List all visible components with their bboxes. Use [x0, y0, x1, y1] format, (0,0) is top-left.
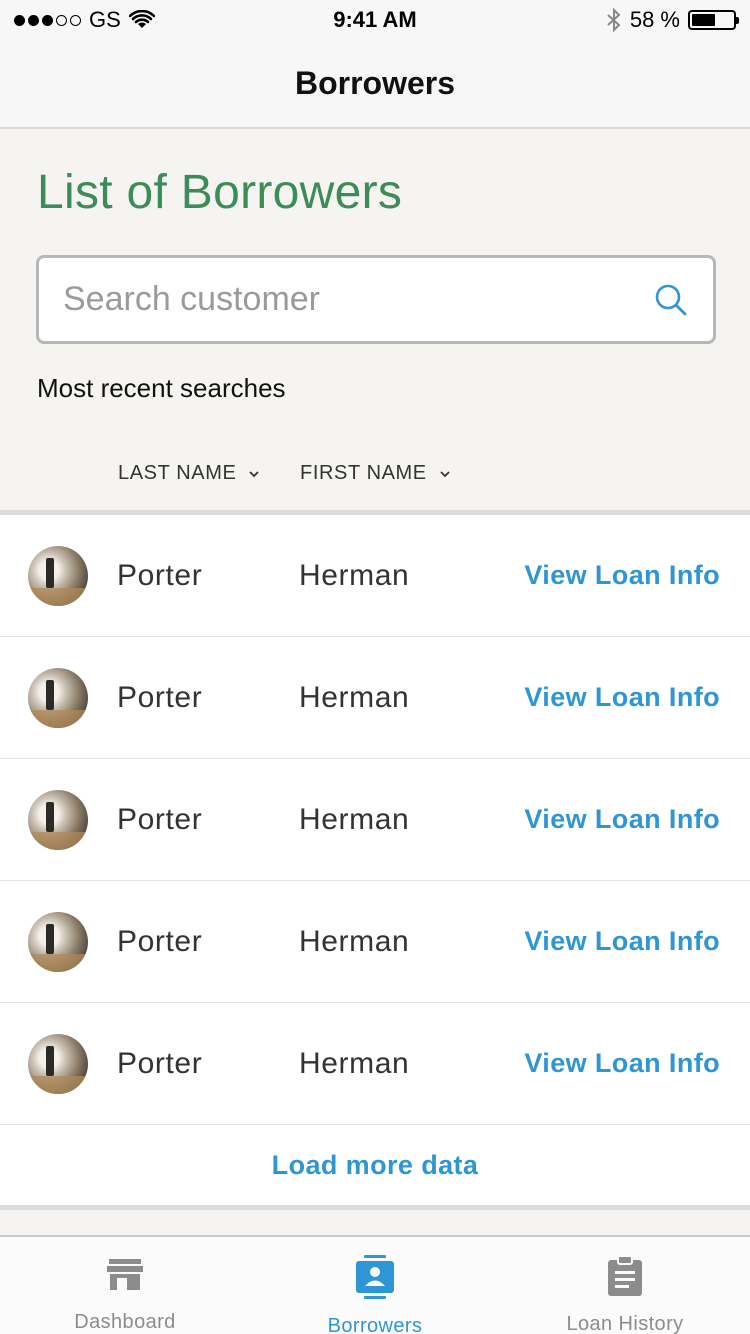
table-row: Porter Herman View Loan Info — [0, 515, 750, 637]
page-title: List of Borrowers — [37, 166, 403, 219]
first-name-header: FIRST NAME — [300, 462, 427, 484]
last-name-header: LAST NAME — [118, 462, 237, 484]
tab-bar: Dashboard Borrowers Loan History — [0, 1235, 750, 1334]
carrier-label: GS — [89, 7, 121, 32]
borrower-list: Porter Herman View Loan Info Porter Herm… — [0, 510, 750, 1210]
avatar — [28, 789, 88, 850]
clipboard-icon — [603, 1255, 647, 1297]
first-name-cell: Herman — [299, 802, 410, 836]
status-left: GS — [14, 7, 155, 33]
first-name-sort[interactable]: FIRST NAME — [300, 462, 453, 485]
load-more-button[interactable]: Load more data — [0, 1125, 750, 1205]
view-loan-info-link[interactable]: View Loan Info — [524, 926, 720, 957]
search-icon[interactable] — [651, 280, 691, 320]
last-name-cell: Porter — [117, 802, 203, 836]
tab-loan-history[interactable]: Loan History — [500, 1237, 750, 1334]
first-name-cell: Herman — [299, 558, 410, 592]
first-name-cell: Herman — [299, 680, 410, 714]
last-name-cell: Porter — [117, 558, 203, 592]
avatar — [28, 911, 88, 972]
battery-fill — [692, 14, 716, 26]
avatar — [28, 545, 88, 606]
table-row: Porter Herman View Loan Info — [0, 759, 750, 881]
contact-badge-icon — [353, 1255, 397, 1299]
chevron-down-icon — [440, 470, 450, 477]
wifi-icon — [128, 10, 155, 28]
view-loan-info-link[interactable]: View Loan Info — [524, 560, 720, 591]
tab-borrowers[interactable]: Borrowers — [250, 1237, 500, 1334]
bluetooth-icon — [607, 8, 621, 32]
table-row: Porter Herman View Loan Info — [0, 881, 750, 1003]
view-loan-info-link[interactable]: View Loan Info — [524, 682, 720, 713]
search-box[interactable] — [36, 255, 716, 344]
tab-label: Borrowers — [327, 1315, 423, 1334]
battery-percent: 58 % — [629, 7, 680, 32]
avatar — [28, 1033, 88, 1094]
tab-label: Dashboard — [74, 1311, 176, 1333]
first-name-cell: Herman — [299, 924, 410, 958]
battery-icon — [688, 10, 739, 30]
status-right: 58 % — [606, 7, 739, 33]
last-name-cell: Porter — [117, 1046, 203, 1080]
nav-title: Borrowers — [294, 65, 456, 101]
chevron-down-icon — [249, 470, 260, 477]
table-row: Porter Herman View Loan Info — [0, 637, 750, 759]
recent-searches-label: Most recent searches — [37, 373, 286, 403]
last-name-sort[interactable]: LAST NAME — [118, 462, 262, 485]
status-bar: GS 9:41 AM 58 % — [0, 0, 750, 40]
column-headers: LAST NAME FIRST NAME — [0, 462, 750, 498]
navigation-bar: Borrowers — [0, 40, 750, 129]
signal-strength-icon — [14, 14, 81, 26]
store-icon — [103, 1255, 147, 1295]
search-input[interactable] — [63, 280, 651, 319]
first-name-cell: Herman — [299, 1046, 410, 1080]
view-loan-info-link[interactable]: View Loan Info — [524, 804, 720, 835]
last-name-cell: Porter — [117, 680, 203, 714]
avatar — [28, 667, 88, 728]
view-loan-info-link[interactable]: View Loan Info — [524, 1048, 720, 1079]
table-row: Porter Herman View Loan Info — [0, 1003, 750, 1125]
tab-dashboard[interactable]: Dashboard — [0, 1237, 250, 1334]
last-name-cell: Porter — [117, 924, 203, 958]
tab-label: Loan History — [566, 1313, 684, 1334]
